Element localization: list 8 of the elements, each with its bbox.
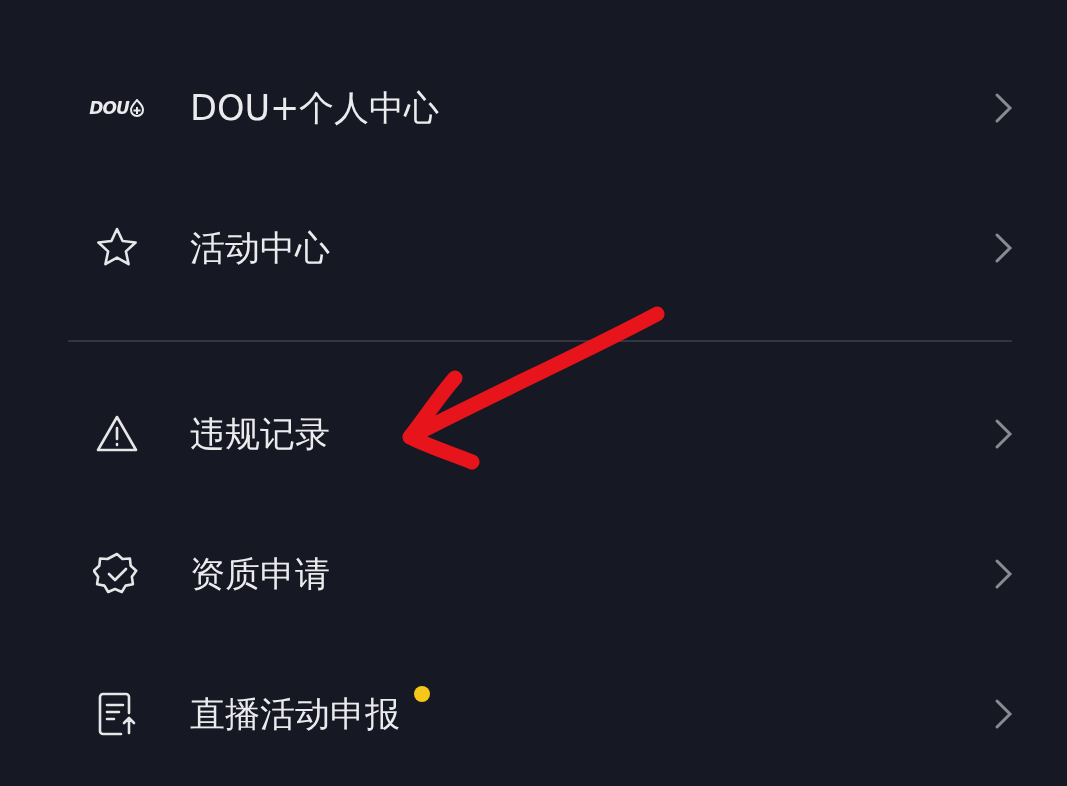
menu-item-label[interactable]: 资质申请 xyxy=(190,550,330,598)
dou-logo: DOU xyxy=(89,98,145,118)
document-upload-icon xyxy=(97,691,137,737)
warning-icon xyxy=(95,414,139,454)
menu-item-label[interactable]: DOU+个人中心 xyxy=(190,84,440,132)
menu-item-label[interactable]: 违规记录 xyxy=(190,410,330,458)
menu-item-label[interactable]: 直播活动申报 xyxy=(190,690,400,738)
menu-item-label[interactable]: 活动中心 xyxy=(190,224,330,272)
